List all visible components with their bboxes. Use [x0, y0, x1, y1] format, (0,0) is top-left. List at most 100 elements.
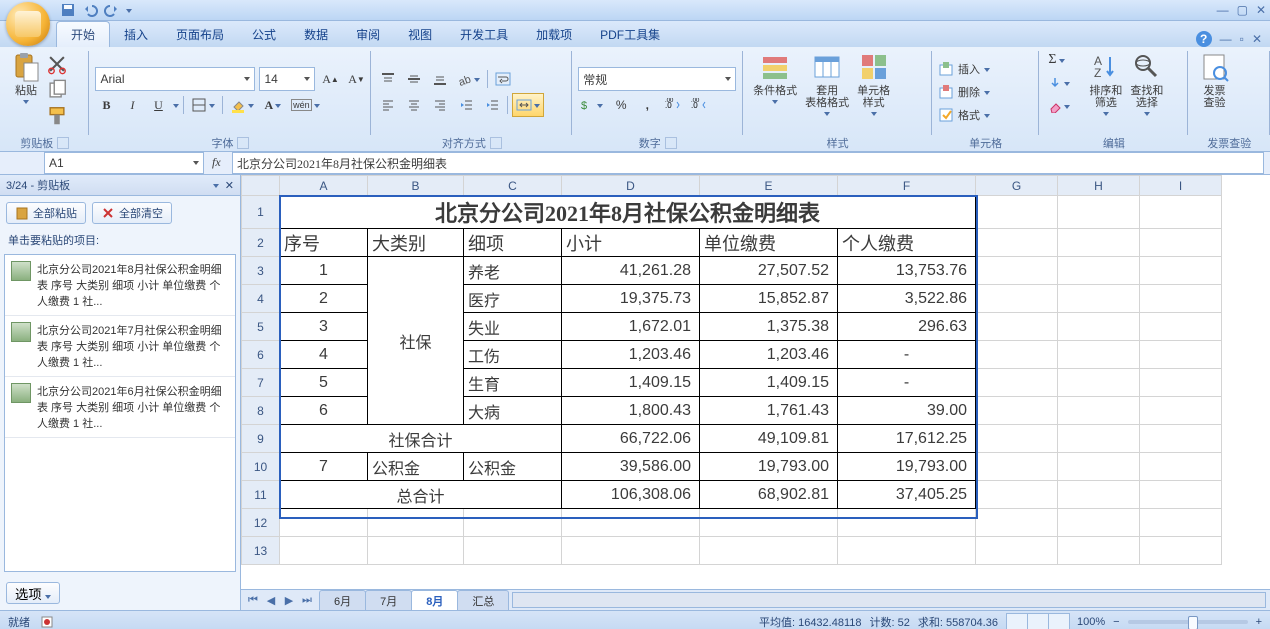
select-all-corner[interactable]: [242, 176, 280, 196]
help-icon[interactable]: ?: [1196, 31, 1212, 47]
cell[interactable]: 生育: [464, 369, 562, 397]
qat-customize-icon[interactable]: [126, 9, 132, 13]
cell[interactable]: 1,203.46: [562, 341, 700, 369]
cell[interactable]: 17,612.25: [838, 425, 976, 453]
tab-nav-first-icon[interactable]: ⏮: [245, 592, 261, 608]
window-restore2-icon[interactable]: ▫: [1240, 32, 1244, 46]
cell[interactable]: 3,522.86: [838, 285, 976, 313]
formula-input[interactable]: 北京分公司2021年8月社保公积金明细表: [232, 152, 1264, 174]
cell[interactable]: 1,672.01: [562, 313, 700, 341]
align-middle-icon[interactable]: [403, 68, 425, 90]
align-launcher-icon[interactable]: [490, 137, 502, 149]
cell[interactable]: 68,902.81: [700, 481, 838, 509]
font-launcher-icon[interactable]: [237, 137, 249, 149]
increase-decimal-icon[interactable]: .0.00: [662, 94, 684, 116]
cell[interactable]: 41,261.28: [562, 257, 700, 285]
view-normal-icon[interactable]: [1006, 613, 1028, 629]
cell[interactable]: 5: [280, 369, 368, 397]
cell[interactable]: 社保: [368, 257, 464, 425]
row-header[interactable]: 10: [242, 453, 280, 481]
cell[interactable]: 66,722.06: [562, 425, 700, 453]
cell[interactable]: 1,800.43: [562, 397, 700, 425]
cell-styles-button[interactable]: 单元格 样式: [853, 49, 894, 118]
cell[interactable]: 15,852.87: [700, 285, 838, 313]
cell[interactable]: -: [838, 341, 976, 369]
cell[interactable]: 大类别: [368, 229, 464, 257]
format-painter-icon[interactable]: [46, 105, 68, 127]
zoom-level[interactable]: 100%: [1077, 616, 1105, 628]
cell[interactable]: 1: [280, 257, 368, 285]
italic-icon[interactable]: I: [121, 94, 143, 116]
col-header[interactable]: E: [700, 176, 838, 196]
cell[interactable]: 大病: [464, 397, 562, 425]
accounting-icon[interactable]: $: [578, 94, 606, 116]
cell[interactable]: 37,405.25: [838, 481, 976, 509]
conditional-format-button[interactable]: 条件格式: [749, 49, 801, 106]
format-as-table-button[interactable]: 套用 表格格式: [801, 49, 853, 118]
decrease-indent-icon[interactable]: [455, 94, 477, 116]
tab-home[interactable]: 开始: [56, 21, 110, 47]
row-header[interactable]: 12: [242, 509, 280, 537]
row-header[interactable]: 6: [242, 341, 280, 369]
row-header[interactable]: 4: [242, 285, 280, 313]
cell[interactable]: 序号: [280, 229, 368, 257]
cell[interactable]: 1,375.38: [700, 313, 838, 341]
fx-icon[interactable]: fx: [212, 155, 228, 171]
sheet-tab[interactable]: 汇总: [457, 590, 509, 611]
cell[interactable]: 医疗: [464, 285, 562, 313]
font-color-icon[interactable]: A: [261, 94, 284, 116]
options-button[interactable]: 选项: [6, 582, 60, 604]
tab-addins[interactable]: 加载项: [522, 22, 586, 47]
clipboard-item[interactable]: 北京分公司2021年7月社保公积金明细表 序号 大类别 细项 小计 单位缴费 个…: [5, 316, 235, 377]
horizontal-scrollbar[interactable]: [512, 592, 1266, 608]
cell[interactable]: 个人缴费: [838, 229, 976, 257]
row-header[interactable]: 3: [242, 257, 280, 285]
cell[interactable]: 社保合计: [280, 425, 562, 453]
cell[interactable]: 106,308.06: [562, 481, 700, 509]
col-header[interactable]: B: [368, 176, 464, 196]
cell[interactable]: 49,109.81: [700, 425, 838, 453]
row-header[interactable]: 2: [242, 229, 280, 257]
cell[interactable]: 1,409.15: [700, 369, 838, 397]
invoice-check-button[interactable]: 发票 查验: [1194, 49, 1234, 111]
qat-redo-icon[interactable]: [104, 2, 120, 18]
increase-indent-icon[interactable]: [481, 94, 503, 116]
cell[interactable]: 39.00: [838, 397, 976, 425]
cell[interactable]: 7: [280, 453, 368, 481]
cell[interactable]: 39,586.00: [562, 453, 700, 481]
zoom-in-icon[interactable]: +: [1256, 616, 1262, 628]
window-close2-icon[interactable]: ✕: [1252, 32, 1262, 46]
align-bottom-icon[interactable]: [429, 68, 451, 90]
sheet-tab[interactable]: 7月: [365, 590, 412, 611]
cell[interactable]: 19,793.00: [838, 453, 976, 481]
cell[interactable]: 19,793.00: [700, 453, 838, 481]
cell[interactable]: 296.63: [838, 313, 976, 341]
fill-icon[interactable]: [1045, 72, 1081, 94]
sheet-tab[interactable]: 6月: [319, 590, 366, 611]
cell[interactable]: -: [838, 369, 976, 397]
minimize-icon[interactable]: —: [1217, 3, 1229, 17]
office-button[interactable]: [6, 2, 50, 46]
tab-pdf[interactable]: PDF工具集: [586, 22, 674, 47]
col-header[interactable]: C: [464, 176, 562, 196]
find-select-button[interactable]: 查找和 选择: [1126, 49, 1167, 118]
macro-record-icon[interactable]: [40, 615, 54, 629]
cell[interactable]: 4: [280, 341, 368, 369]
cell[interactable]: 6: [280, 397, 368, 425]
row-header[interactable]: 11: [242, 481, 280, 509]
decrease-decimal-icon[interactable]: .00.0: [688, 94, 710, 116]
pane-menu-icon[interactable]: [213, 184, 219, 188]
sheet-title-cell[interactable]: 北京分公司2021年8月社保公积金明细表: [280, 196, 976, 229]
wrap-text-icon[interactable]: [492, 68, 514, 90]
name-box[interactable]: A1: [44, 152, 204, 174]
clipboard-item[interactable]: 北京分公司2021年6月社保公积金明细表 序号 大类别 细项 小计 单位缴费 个…: [5, 377, 235, 438]
clear-all-button[interactable]: 全部清空: [92, 202, 172, 224]
phonetic-icon[interactable]: wén: [288, 94, 323, 116]
cell[interactable]: 3: [280, 313, 368, 341]
qat-save-icon[interactable]: [60, 2, 76, 18]
cell[interactable]: 1,409.15: [562, 369, 700, 397]
cell[interactable]: 公积金: [464, 453, 562, 481]
copy-icon[interactable]: [46, 79, 68, 101]
tab-insert[interactable]: 插入: [110, 22, 162, 47]
col-header[interactable]: G: [976, 176, 1058, 196]
